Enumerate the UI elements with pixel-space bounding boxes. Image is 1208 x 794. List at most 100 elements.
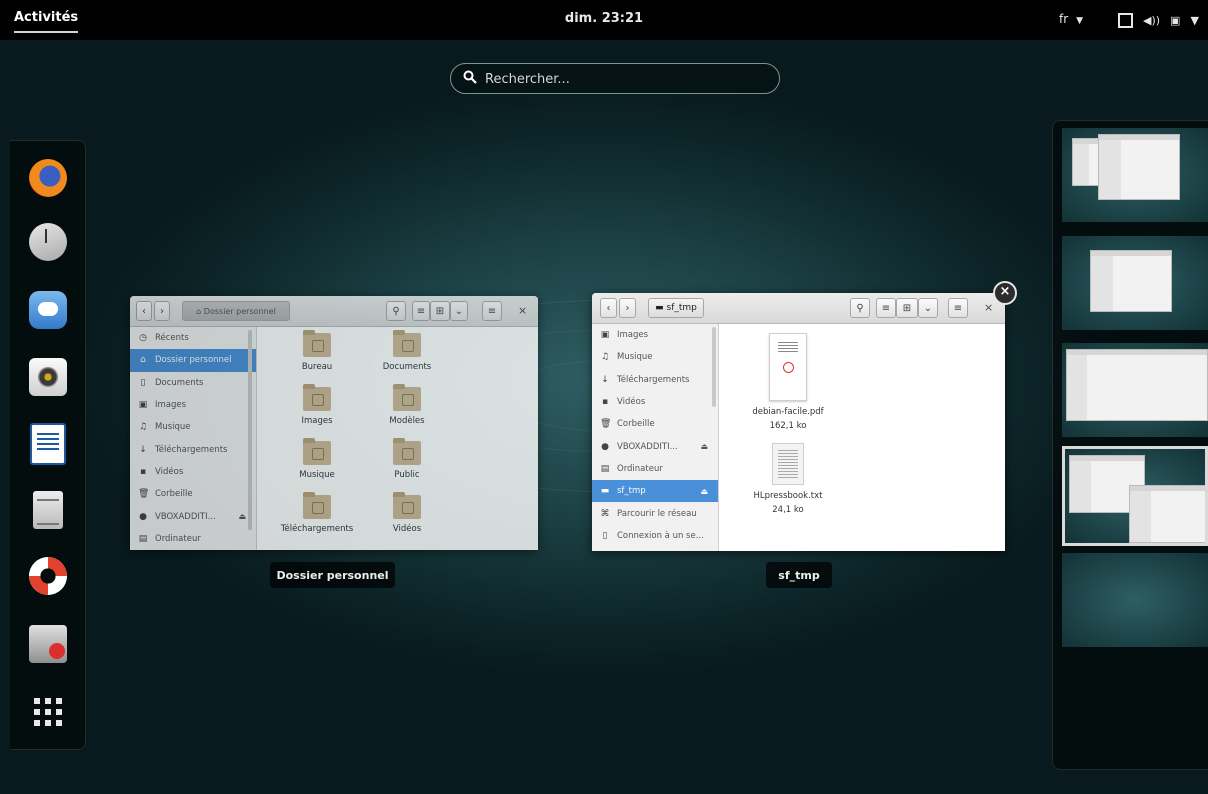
file-item[interactable]: debian-facile.pdf 162,1 ko (733, 333, 843, 431)
help-launcher[interactable] (27, 555, 69, 597)
sidebar-item[interactable]: ↓ Téléchargements (130, 438, 256, 460)
workspace-thumbnail[interactable] (1062, 236, 1208, 330)
window-thumbnail (1090, 250, 1172, 312)
software-launcher[interactable] (27, 623, 69, 665)
back-button[interactable]: ‹ (600, 298, 617, 318)
sidebar-item[interactable]: ▣ Images (592, 324, 718, 346)
sidebar-item-label: VBOXADDITI... (617, 441, 678, 452)
forward-button[interactable]: › (154, 301, 170, 321)
eject-icon[interactable]: ⏏ (700, 442, 708, 451)
window-caption-sf-tmp[interactable]: sf_tmp (766, 562, 832, 588)
sidebar-scrollbar[interactable] (248, 330, 252, 530)
sidebar-item[interactable]: ▪ Vidéos (130, 461, 256, 483)
files-window-sf-tmp[interactable]: ‹ › ▬ sf_tmp ⚲ ≡ ⊞ ⌄ ≡ × ▣ Images ♫ Musique… (592, 293, 1005, 551)
software-installer-icon (29, 625, 67, 663)
clock[interactable]: dim. 23:21 (0, 11, 1208, 26)
folder-item[interactable]: Public (367, 438, 447, 480)
sidebar-item[interactable]: ♫ Musique (130, 416, 256, 438)
sidebar-item[interactable]: ▬ sf_tmp ⏏ (592, 480, 718, 503)
system-tray[interactable]: ◀)) ▣ ▼ (1118, 9, 1199, 31)
sidebar-item[interactable]: ● VBOXADDITI... ⏏ (130, 505, 256, 527)
show-apps-button[interactable] (27, 691, 69, 733)
trash-icon: 🗑 (138, 489, 150, 500)
folder-item[interactable]: Musique (277, 438, 357, 480)
recent-icon: ◷ (139, 333, 147, 344)
menu-button[interactable]: ≡ (948, 298, 968, 318)
show-apps-icon (34, 698, 62, 726)
empathy-icon (29, 291, 67, 329)
files-window-home[interactable]: ‹ › ⌂ Dossier personnel ⚲ ≡ ⊞ ⌄ ≡ × ◷ Réc… (130, 296, 538, 550)
grid-view-button[interactable]: ⊞ (430, 301, 450, 321)
path-bar-button[interactable]: ▬ sf_tmp (648, 298, 704, 318)
sidebar-item-label: Documents (155, 377, 204, 388)
folder-item[interactable]: Images (277, 384, 357, 426)
view-options-button[interactable]: ⌄ (918, 298, 938, 318)
eject-icon[interactable]: ⏏ (238, 512, 246, 521)
window-caption-home[interactable]: Dossier personnel (270, 562, 395, 588)
home-icon: ⌂ (140, 355, 146, 366)
sidebar-item[interactable]: ⌂ Dossier personnel (130, 349, 256, 372)
search-button[interactable]: ⚲ (850, 298, 870, 318)
folder-label: Musique (299, 470, 335, 480)
sidebar-item[interactable]: ▪ Vidéos (592, 391, 718, 413)
empathy-launcher[interactable] (27, 289, 69, 331)
sidebar-item[interactable]: ▤ Ordinateur (592, 458, 718, 480)
sidebar-item[interactable]: ▯ Documents (130, 372, 256, 394)
grid-view-button[interactable]: ⊞ (896, 298, 918, 318)
sidebar-item[interactable]: ♫ Musique (592, 346, 718, 368)
files-launcher[interactable] (27, 489, 69, 531)
path-bar-button[interactable]: ⌂ Dossier personnel (182, 301, 290, 321)
search-icon: ⚲ (856, 302, 864, 314)
sidebar-item[interactable]: ▣ Images (130, 394, 256, 416)
view-options-button[interactable]: ⌄ (450, 301, 468, 321)
sidebar-item[interactable]: ⌘ Parcourir le réseau (592, 502, 718, 524)
close-window-button[interactable]: × (993, 281, 1017, 305)
places-sidebar: ▣ Images ♫ Musique ↓ Téléchargements ▪ Vidéos 🗑 C… (592, 324, 719, 551)
chevron-down-icon: ▼ (1076, 16, 1084, 26)
search-placeholder: Rechercher... (485, 72, 570, 87)
folder-item[interactable]: Vidéos (367, 492, 447, 534)
rhythmbox-launcher[interactable] (27, 356, 69, 398)
music-icon: ♫ (138, 422, 148, 433)
close-button[interactable]: × (984, 301, 993, 314)
sidebar-item[interactable]: ◷ Récents (130, 327, 256, 349)
close-button[interactable]: × (518, 304, 527, 317)
workspace-thumbnail[interactable] (1062, 128, 1208, 222)
sidebar-item[interactable]: ▯ Connexion à un se... (592, 525, 718, 547)
image-icon: ▣ (138, 400, 148, 411)
folder-item[interactable]: Documents (367, 330, 447, 372)
list-view-button[interactable]: ≡ (412, 301, 430, 321)
video-icon: ▪ (601, 397, 609, 408)
workspace-thumbnail-active[interactable] (1062, 446, 1208, 546)
eject-icon[interactable]: ⏏ (700, 487, 708, 496)
sidebar-item[interactable]: ↓ Téléchargements (592, 369, 718, 391)
folder-item[interactable]: Modèles (367, 384, 447, 426)
sidebar-item[interactable]: 🗑 Corbeille (130, 483, 256, 505)
language-label: fr (1059, 12, 1069, 26)
sidebar-item[interactable]: ● VBOXADDITI... ⏏ (592, 435, 718, 457)
folder-item[interactable]: Téléchargements (277, 492, 357, 534)
volume-icon: ◀)) (1143, 13, 1161, 27)
workspace-thumbnail[interactable] (1062, 343, 1208, 437)
text-file-icon (772, 443, 804, 485)
file-item[interactable]: HLpressbook.txt 24,1 ko (733, 443, 843, 515)
folder-item[interactable]: Bureau (277, 330, 357, 372)
sidebar-scrollbar[interactable] (712, 327, 716, 407)
sidebar-item[interactable]: ▤ Ordinateur (130, 528, 256, 550)
forward-button[interactable]: › (619, 298, 636, 318)
language-indicator[interactable]: fr ▼ (1059, 12, 1083, 26)
list-view-button[interactable]: ≡ (876, 298, 896, 318)
clocks-launcher[interactable] (27, 221, 69, 263)
search-input[interactable]: Rechercher... (450, 63, 780, 94)
workspace-thumbnail-empty[interactable] (1062, 553, 1208, 647)
firefox-launcher[interactable] (27, 157, 69, 199)
folder-icon (303, 492, 331, 519)
search-button[interactable]: ⚲ (386, 301, 406, 321)
download-icon: ↓ (139, 444, 147, 455)
computer-icon: ▤ (600, 463, 610, 474)
writer-launcher[interactable] (27, 423, 69, 465)
menu-button[interactable]: ≡ (482, 301, 502, 321)
window-thumbnail (1129, 485, 1205, 543)
sidebar-item[interactable]: 🗑 Corbeille (592, 413, 718, 435)
back-button[interactable]: ‹ (136, 301, 152, 321)
